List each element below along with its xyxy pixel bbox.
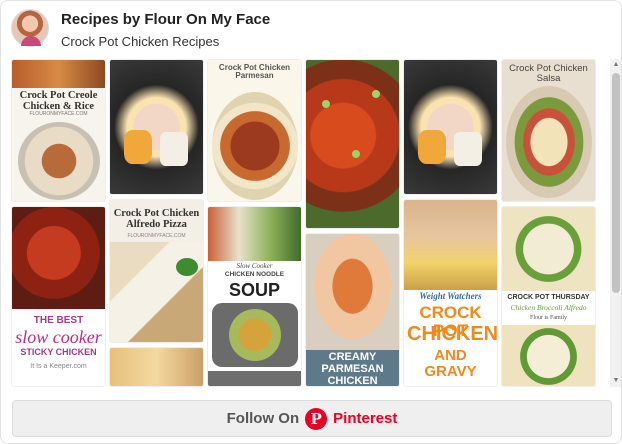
pin-chicken-parmesan[interactable]: Crock Pot Chicken Parmesan: [207, 59, 302, 202]
scroll-down-arrow-icon[interactable]: ▼: [610, 375, 621, 387]
pin-label: Crock Pot Creole Chicken & Rice: [19, 90, 98, 113]
pin-grid-scrollbar[interactable]: ▲ ▼: [610, 59, 621, 387]
pin-label-line3: CHICKEN: [407, 323, 498, 345]
pin-label-line2: PARMESAN: [321, 363, 384, 375]
board-header[interactable]: Recipes by Flour On My Face Crock Pot Ch…: [1, 1, 621, 57]
pin-label: Crock Pot Chicken Alfredo Pizza: [113, 208, 200, 231]
pin-chicken-noodle-soup[interactable]: Slow Cooker CHICKEN NOODLE SOUP: [207, 206, 302, 387]
pin-creamy-parmesan-chicken[interactable]: CREAMY PARMESAN CHICKEN: [305, 233, 400, 387]
pin-broccoli-alfredo[interactable]: CROCK POT THURSDAY Chicken Broccoli Alfr…: [501, 206, 596, 387]
pin-label-line2: slow cooker: [15, 327, 102, 347]
pin-crockpot-chicken-2[interactable]: [403, 59, 498, 195]
pin-label-line1: THE BEST: [33, 315, 84, 326]
pin-label-line3: STICKY CHICKEN: [20, 347, 97, 357]
pinterest-board-widget: Recipes by Flour On My Face Crock Pot Ch…: [0, 0, 622, 444]
scroll-thumb[interactable]: [612, 73, 620, 293]
profile-avatar[interactable]: [11, 9, 49, 47]
scroll-up-arrow-icon[interactable]: ▲: [610, 59, 621, 71]
pin-creole-chicken[interactable]: Crock Pot Creole Chicken & Rice FLOURONM…: [11, 59, 106, 202]
pin-label-line3: Flour is Family: [529, 315, 567, 321]
pin-alfredo-pizza[interactable]: Crock Pot Chicken Alfredo Pizza FLOURONM…: [109, 199, 204, 343]
pinterest-wordmark: Pinterest: [333, 410, 398, 427]
pin-label: Crock Pot Chicken Parmesan: [218, 63, 291, 81]
pin-label-line2: Chicken Broccoli Alfredo: [510, 303, 587, 312]
pin-pasta[interactable]: [109, 347, 204, 387]
pin-site: FLOURONMYFACE.COM: [29, 111, 88, 117]
pin-sticky-chicken[interactable]: THE BEST slow cooker STICKY CHICKEN It I…: [11, 206, 106, 387]
pin-label: Crock Pot Chicken Salsa: [509, 63, 588, 84]
pin-ww-chicken-gravy[interactable]: Weight Watchers CROCK POT CHICKEN AND GR…: [403, 199, 498, 387]
pin-label-line1: CROCK POT THURSDAY: [507, 294, 590, 301]
pin-crockpot-chicken-1[interactable]: [109, 59, 204, 195]
pin-glazed-chicken[interactable]: [305, 59, 400, 229]
board-name[interactable]: Crock Pot Chicken Recipes: [61, 34, 219, 49]
follow-label: Follow On: [226, 410, 300, 427]
pin-label-line2: CHICKEN NOODLE: [224, 271, 285, 278]
pin-label-line4: AND GRAVY: [424, 347, 477, 380]
follow-on-pinterest-button[interactable]: Follow On P Pinterest: [12, 400, 612, 437]
pin-label-line1: Slow Cooker: [236, 262, 273, 270]
pin-site: It Is a Keeper.com: [30, 363, 87, 370]
pin-label-line1: CREAMY: [328, 351, 377, 363]
pin-grid: Crock Pot Creole Chicken & Rice FLOURONM…: [11, 59, 607, 387]
pin-label-line3: SOUP: [228, 280, 280, 300]
pin-label-line3: CHICKEN: [327, 375, 378, 387]
pin-chicken-salsa[interactable]: Crock Pot Chicken Salsa: [501, 59, 596, 202]
pin-label-line1: Weight Watchers: [419, 291, 482, 301]
pinterest-logo-icon: P: [305, 407, 328, 430]
board-owner-title[interactable]: Recipes by Flour On My Face: [61, 11, 270, 28]
pin-site: FLOURONMYFACE.COM: [127, 233, 186, 239]
